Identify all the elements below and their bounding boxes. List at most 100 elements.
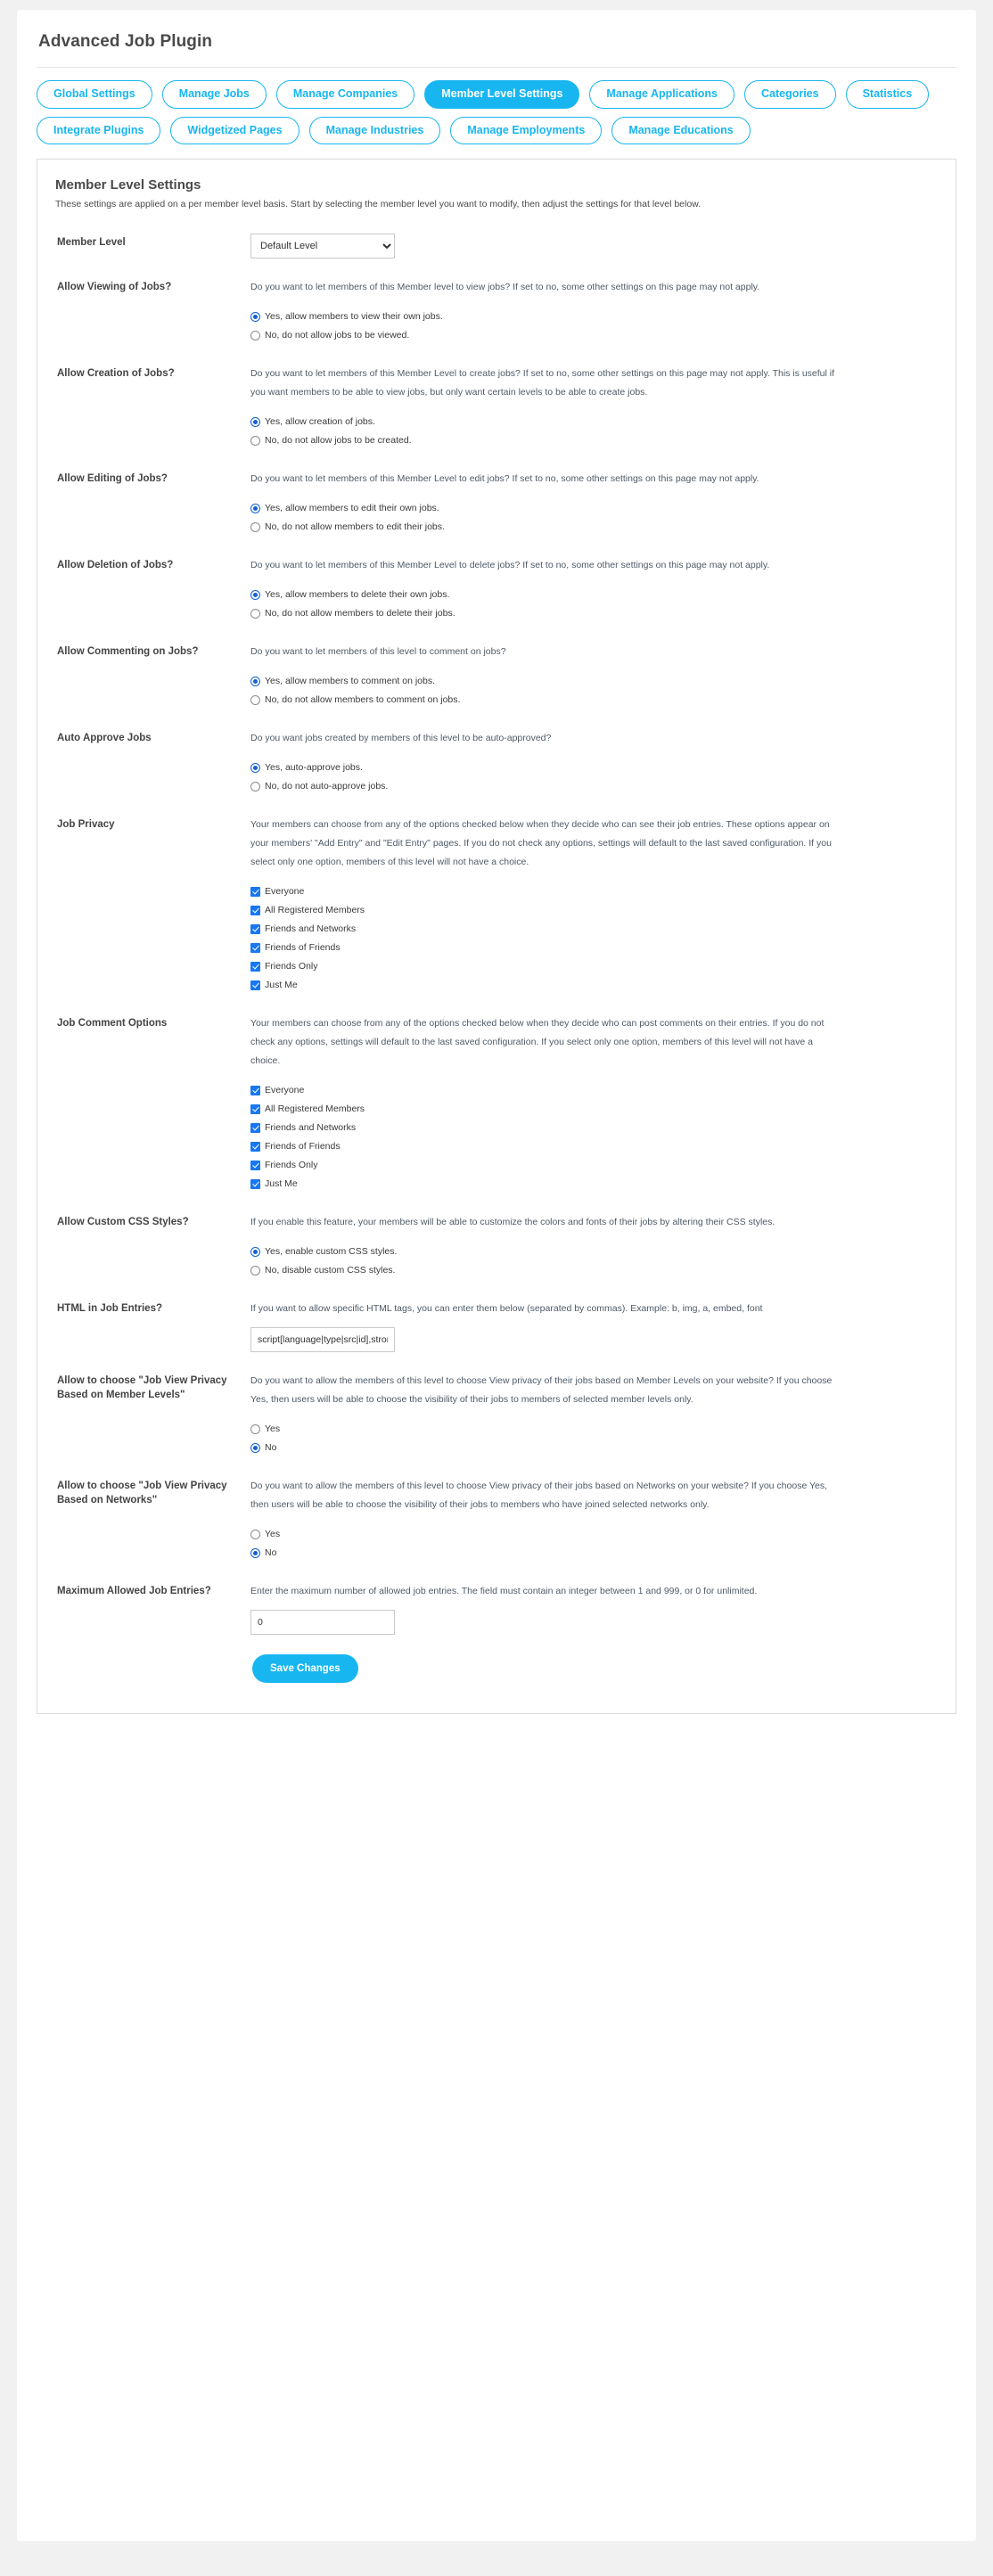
checkbox-option[interactable]: Just Me (250, 1175, 940, 1194)
checkbox-checked-icon[interactable] (250, 1122, 260, 1133)
checkbox-checked-icon[interactable] (250, 942, 260, 953)
radio-selected-icon[interactable] (250, 1442, 260, 1453)
radio-unselected-icon[interactable] (250, 330, 260, 340)
radio-option[interactable]: No, do not allow jobs to be created. (250, 431, 940, 450)
body-allow-editing: Do you want to let members of this Membe… (245, 470, 940, 537)
tab-manage-educations[interactable]: Manage Educations (611, 116, 751, 144)
checkbox-option[interactable]: Just Me (250, 976, 940, 995)
checkbox-option-label: Just Me (265, 1178, 298, 1189)
checkbox-checked-icon[interactable] (250, 980, 260, 990)
radio-selected-icon[interactable] (250, 311, 260, 322)
radio-selected-icon[interactable] (250, 416, 260, 427)
radio-option-label: No, do not allow members to delete their… (265, 608, 455, 619)
checkbox-checked-icon[interactable] (250, 1160, 260, 1170)
radio-unselected-icon[interactable] (250, 1265, 260, 1276)
desc-html-in-entries: If you want to allow specific HTML tags,… (250, 1302, 763, 1314)
checkbox-option-label: Friends and Networks (265, 1122, 357, 1133)
radio-unselected-icon[interactable] (250, 1423, 260, 1434)
radio-option[interactable]: Yes, allow members to view their own job… (250, 308, 940, 326)
desc-max-entries: Enter the maximum number of allowed job … (250, 1585, 758, 1596)
checkbox-checked-icon[interactable] (250, 1085, 260, 1095)
radiogroup-privacy-networks: Yes No (250, 1525, 940, 1563)
tab-statistics[interactable]: Statistics (845, 80, 930, 109)
label-privacy-member-levels: Allow to choose "Job View Privacy Based … (57, 1374, 227, 1401)
tab-widgetized-pages[interactable]: Widgetized Pages (170, 116, 300, 144)
member-level-select[interactable]: Default Level (250, 233, 395, 258)
label-max-entries: Maximum Allowed Job Entries? (57, 1585, 211, 1596)
tab-categories[interactable]: Categories (743, 80, 836, 109)
radio-unselected-icon[interactable] (250, 694, 260, 705)
checkbox-checked-icon[interactable] (250, 886, 260, 897)
checkbox-checked-icon[interactable] (250, 1103, 260, 1114)
row-member-level: Member Level Default Level (53, 221, 940, 266)
radio-option[interactable]: No, disable custom CSS styles. (250, 1261, 940, 1280)
checkbox-option[interactable]: Everyone (250, 1081, 940, 1100)
radio-selected-icon[interactable] (250, 762, 260, 773)
radio-option-label: No, disable custom CSS styles. (265, 1265, 396, 1276)
radio-option[interactable]: Yes, allow members to edit their own job… (250, 499, 940, 518)
checkbox-option[interactable]: All Registered Members (250, 1100, 940, 1119)
max-entries-input[interactable] (250, 1609, 395, 1635)
checkbox-checked-icon[interactable] (250, 923, 260, 934)
checkbox-checked-icon[interactable] (250, 905, 260, 915)
plugin-panel: Advanced Job Plugin Global Settings Manag… (17, 10, 976, 2541)
radio-option[interactable]: No (250, 1439, 940, 1457)
radio-option-label: No (265, 1442, 277, 1453)
radio-selected-icon[interactable] (250, 676, 260, 686)
radio-option[interactable]: No, do not allow members to comment on j… (250, 691, 940, 710)
checkbox-option[interactable]: All Registered Members (250, 901, 940, 920)
label-custom-css: Allow Custom CSS Styles? (57, 1216, 189, 1227)
radio-option[interactable]: No, do not auto-approve jobs. (250, 777, 940, 796)
checkbox-checked-icon[interactable] (250, 1141, 260, 1152)
checkbox-option[interactable]: Friends and Networks (250, 920, 940, 939)
tab-manage-applications[interactable]: Manage Applications (589, 80, 734, 109)
row-html-in-entries: HTML in Job Entries? If you want to allo… (53, 1287, 940, 1359)
radio-option[interactable]: Yes (250, 1525, 940, 1544)
row-job-comment-options: Job Comment Options Your members can cho… (53, 1002, 940, 1201)
body-allow-creation: Do you want to let members of this Membe… (245, 365, 940, 450)
radio-option[interactable]: Yes (250, 1420, 940, 1439)
save-changes-button[interactable]: Save Changes (252, 1653, 358, 1683)
radio-option-label: Yes, allow creation of jobs. (265, 416, 375, 427)
checkbox-checked-icon[interactable] (250, 961, 260, 972)
radio-option[interactable]: Yes, allow creation of jobs. (250, 413, 940, 431)
tab-manage-industries[interactable]: Manage Industries (308, 116, 441, 144)
radio-option[interactable]: No, do not allow members to delete their… (250, 604, 940, 623)
desc-custom-css: If you enable this feature, your members… (250, 1216, 776, 1227)
tab-manage-employments[interactable]: Manage Employments (450, 116, 603, 144)
radio-selected-icon[interactable] (250, 1246, 260, 1257)
radio-selected-icon[interactable] (250, 589, 260, 600)
checkbox-option[interactable]: Friends Only (250, 1156, 940, 1175)
checkbox-option[interactable]: Friends of Friends (250, 1137, 940, 1156)
radio-selected-icon[interactable] (250, 1547, 260, 1558)
checkbox-option[interactable]: Friends Only (250, 957, 940, 976)
radiogroup-allow-commenting: Yes, allow members to comment on jobs. No… (250, 672, 940, 710)
page-title: Advanced Job Plugin (38, 32, 213, 51)
radio-unselected-icon[interactable] (250, 781, 260, 792)
radio-unselected-icon[interactable] (250, 521, 260, 532)
radio-option[interactable]: No, do not allow jobs to be viewed. (250, 326, 940, 345)
radio-unselected-icon[interactable] (250, 435, 260, 446)
page-root: Advanced Job Plugin Global Settings Manag… (0, 0, 993, 2558)
body-privacy-member-levels: Do you want to allow the members of this… (245, 1372, 940, 1457)
tab-member-level-settings[interactable]: Member Level Settings (424, 80, 580, 109)
radio-option[interactable]: No, do not allow members to edit their j… (250, 518, 940, 537)
html-tags-input[interactable] (250, 1326, 395, 1352)
checkbox-option[interactable]: Friends and Networks (250, 1119, 940, 1137)
radio-unselected-icon[interactable] (250, 1529, 260, 1539)
radio-option[interactable]: Yes, allow members to comment on jobs. (250, 672, 940, 691)
radio-option[interactable]: Yes, auto-approve jobs. (250, 759, 940, 777)
tab-manage-jobs[interactable]: Manage Jobs (161, 80, 267, 109)
tab-manage-companies[interactable]: Manage Companies (275, 80, 415, 109)
radio-option[interactable]: No (250, 1544, 940, 1563)
checkbox-checked-icon[interactable] (250, 1178, 260, 1189)
tab-integrate-plugins[interactable]: Integrate Plugins (37, 116, 161, 144)
radio-selected-icon[interactable] (250, 503, 260, 513)
radio-unselected-icon[interactable] (250, 608, 260, 619)
checkbox-option[interactable]: Friends of Friends (250, 939, 940, 957)
radio-option-label: No, do not allow jobs to be viewed. (265, 330, 410, 340)
radio-option[interactable]: Yes, enable custom CSS styles. (250, 1243, 940, 1261)
tab-global-settings[interactable]: Global Settings (37, 80, 152, 109)
checkbox-option[interactable]: Everyone (250, 882, 940, 901)
radio-option[interactable]: Yes, allow members to delete their own j… (250, 586, 940, 604)
